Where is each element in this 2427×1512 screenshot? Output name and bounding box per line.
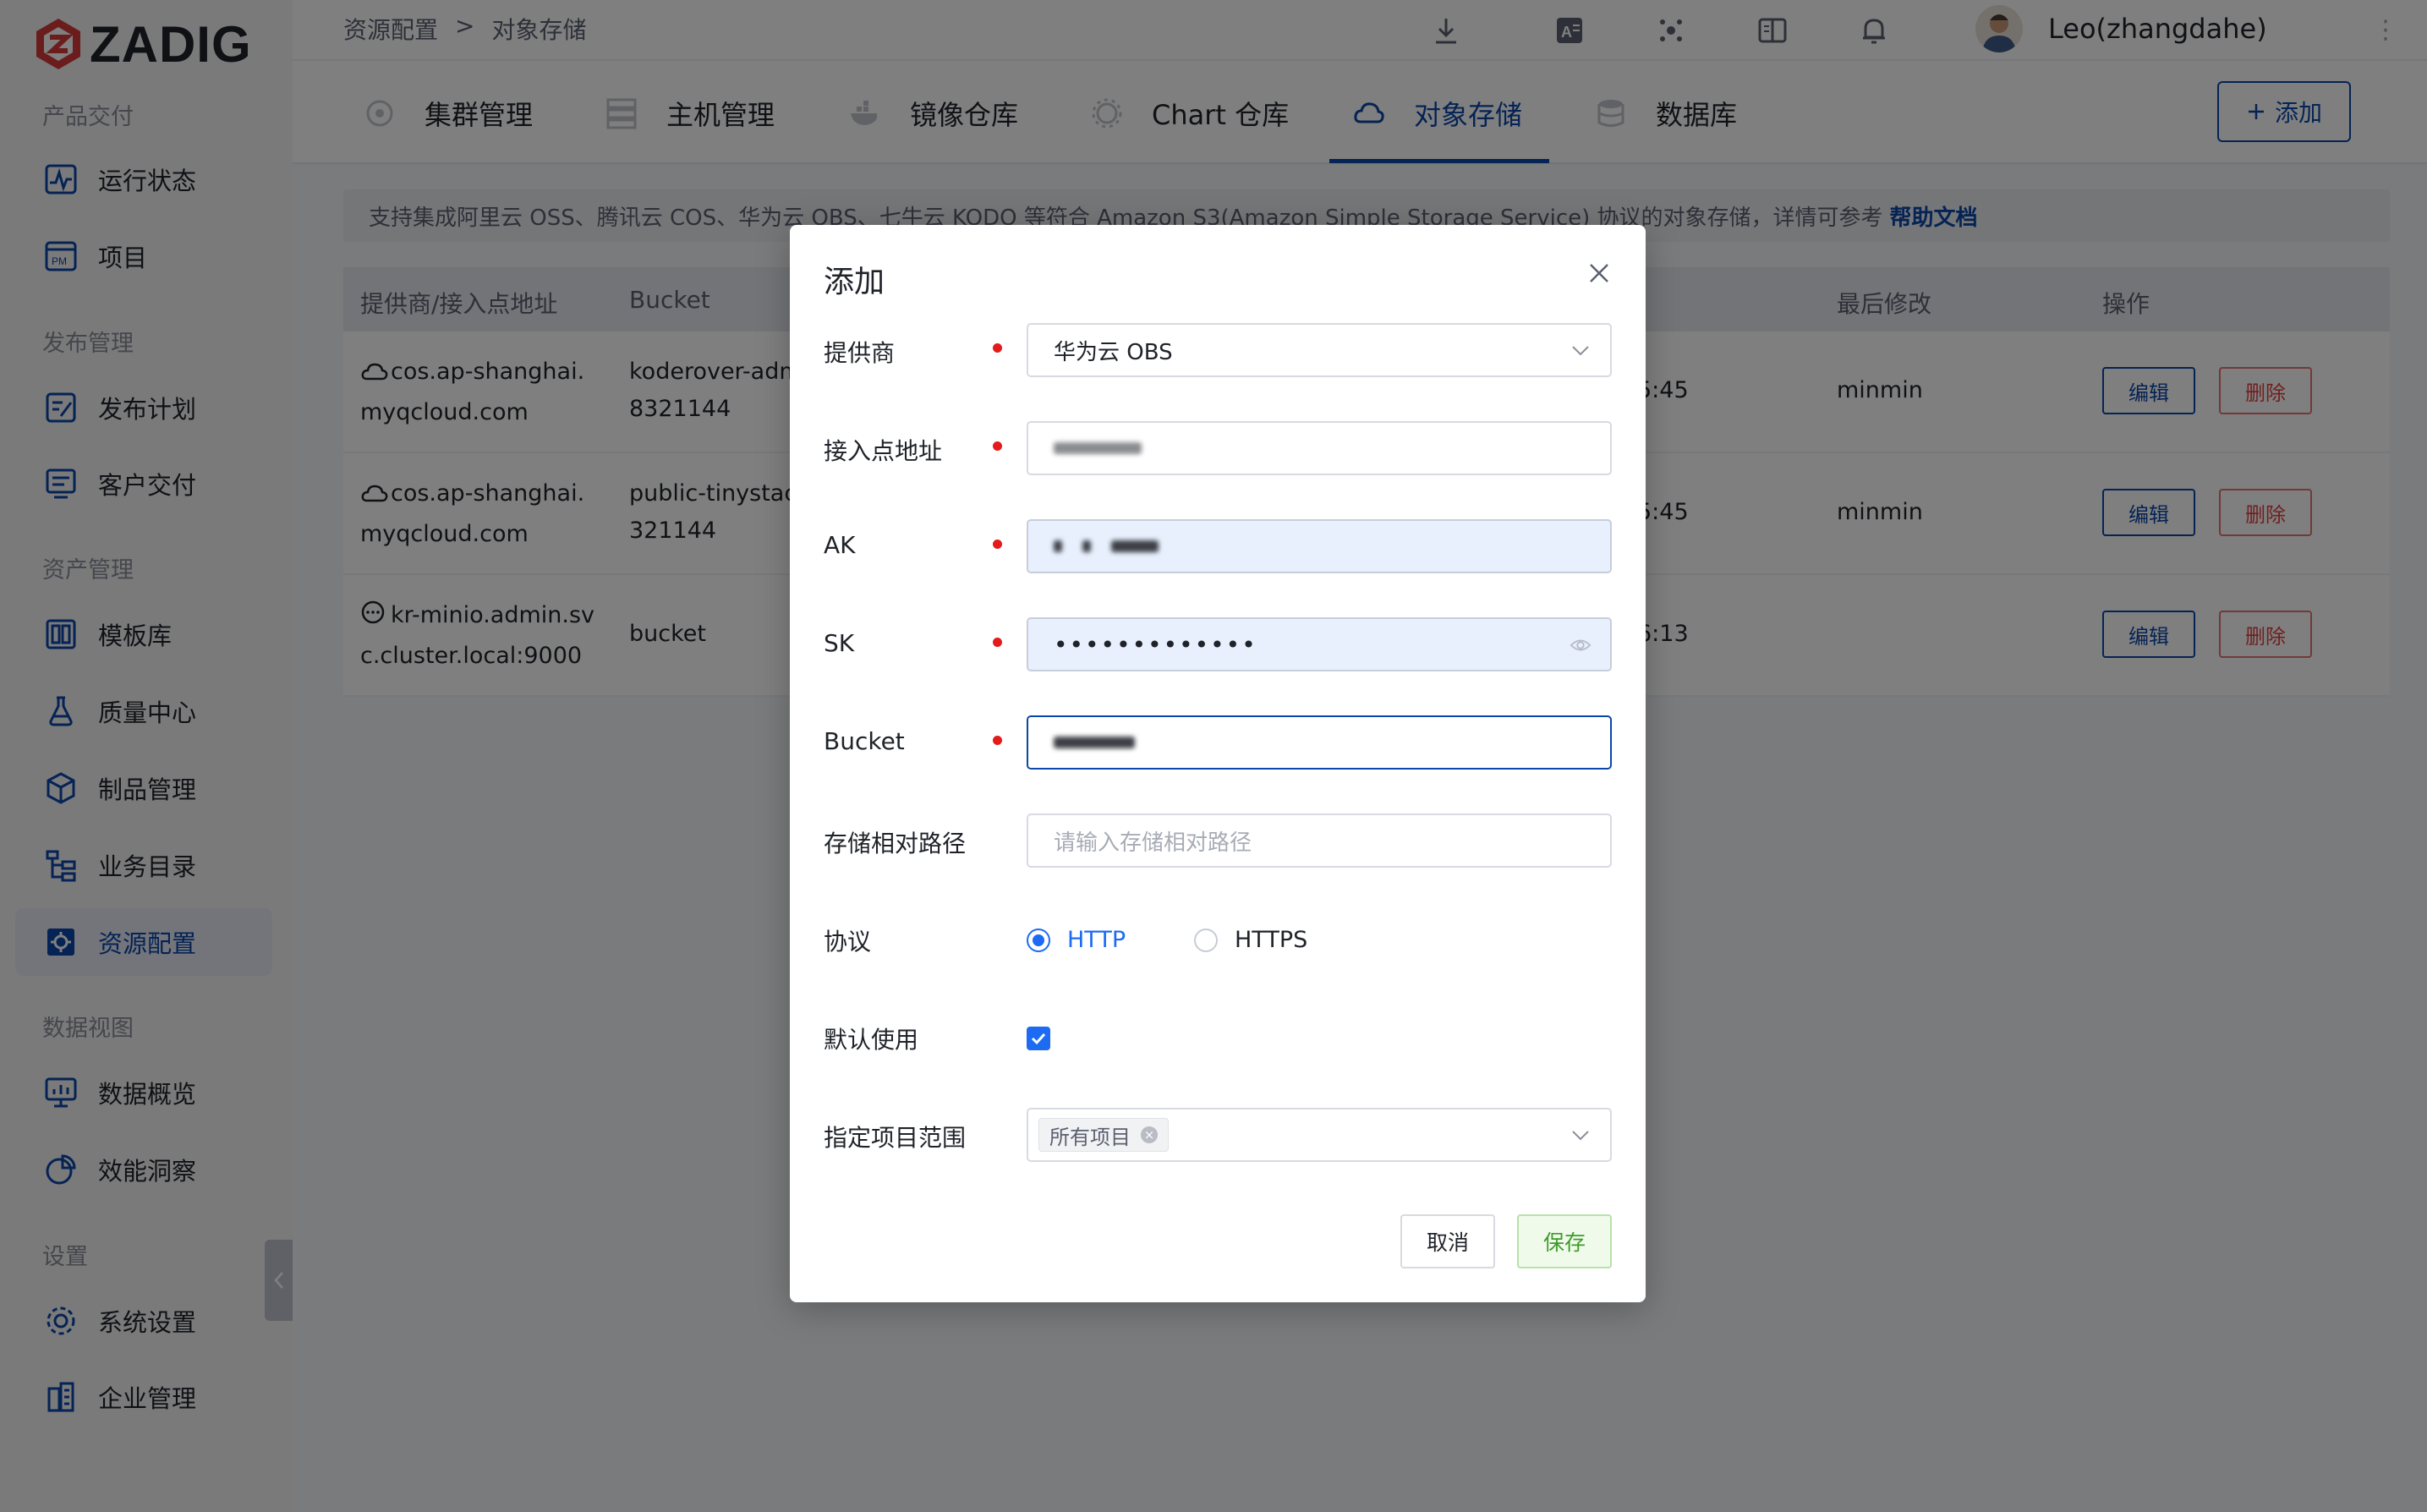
close-icon[interactable] — [1585, 259, 1613, 288]
cancel-button[interactable]: 取消 — [1400, 1214, 1495, 1268]
path-row: 存储相对路径 请输入存储相对路径 — [824, 814, 1619, 868]
save-button[interactable]: 保存 — [1517, 1214, 1612, 1268]
redacted-value — [1054, 540, 1062, 552]
radio-https[interactable]: HTTPS — [1194, 927, 1307, 953]
redacted-value — [1082, 540, 1091, 552]
path-label: 存储相对路径 — [824, 830, 967, 857]
chevron-down-icon — [1570, 340, 1592, 362]
provider-value: 华为云 OBS — [1054, 339, 1173, 365]
default-row: 默认使用 — [824, 1010, 1619, 1064]
required-dot — [993, 736, 1002, 745]
sk-row: SK ••••••••••••• — [824, 617, 1619, 671]
ak-label: AK — [824, 531, 856, 559]
radio-http[interactable]: HTTP — [1027, 927, 1126, 953]
scope-tag-label: 所有项目 — [1049, 1125, 1131, 1149]
ak-row: AK — [824, 519, 1619, 573]
dialog-title: 添加 — [824, 265, 885, 299]
provider-label: 提供商 — [824, 339, 896, 367]
add-storage-dialog: 添加 提供商 华为云 OBS 接入点地址 AK SK ••••••••••••• — [790, 225, 1646, 1302]
scope-tag: 所有项目 × — [1038, 1118, 1169, 1152]
project-scope-select[interactable]: 所有项目 × — [1027, 1108, 1612, 1162]
required-dot — [993, 638, 1002, 647]
storage-path-input[interactable]: 请输入存储相对路径 — [1027, 814, 1612, 868]
check-icon — [1031, 1033, 1046, 1045]
radio-circle — [1194, 928, 1218, 952]
bucket-label: Bucket — [824, 727, 905, 755]
sk-label: SK — [824, 629, 855, 657]
scope-label: 指定项目范围 — [824, 1124, 967, 1152]
tag-remove-icon[interactable]: × — [1141, 1126, 1158, 1143]
chevron-down-icon — [1570, 1125, 1592, 1147]
radio-label: HTTP — [1067, 927, 1126, 953]
sk-password-input[interactable]: ••••••••••••• — [1027, 617, 1612, 671]
endpoint-input[interactable] — [1027, 421, 1612, 475]
radio-circle — [1027, 928, 1050, 952]
provider-select[interactable]: 华为云 OBS — [1027, 323, 1612, 377]
required-dot — [993, 343, 1002, 353]
protocol-row: 协议 HTTP HTTPS — [824, 912, 1619, 966]
endpoint-label: 接入点地址 — [824, 437, 943, 465]
bucket-row: Bucket — [824, 715, 1619, 770]
eye-icon[interactable] — [1570, 634, 1592, 656]
radio-label: HTTPS — [1235, 927, 1308, 953]
provider-row: 提供商 华为云 OBS — [824, 323, 1619, 377]
redacted-value — [1054, 442, 1142, 454]
protocol-label: 协议 — [824, 928, 872, 956]
ak-input[interactable] — [1027, 519, 1612, 573]
required-dot — [993, 441, 1002, 451]
default-label: 默认使用 — [824, 1026, 919, 1054]
required-dot — [993, 540, 1002, 549]
redacted-value — [1054, 737, 1135, 748]
default-checkbox[interactable] — [1027, 1027, 1050, 1050]
path-placeholder: 请输入存储相对路径 — [1054, 830, 1252, 856]
bucket-input[interactable] — [1027, 715, 1612, 770]
redacted-value — [1111, 540, 1159, 552]
endpoint-row: 接入点地址 — [824, 421, 1619, 475]
scope-row: 指定项目范围 所有项目 × — [824, 1108, 1619, 1162]
sk-masked-value: ••••••••••••• — [1054, 630, 1257, 659]
